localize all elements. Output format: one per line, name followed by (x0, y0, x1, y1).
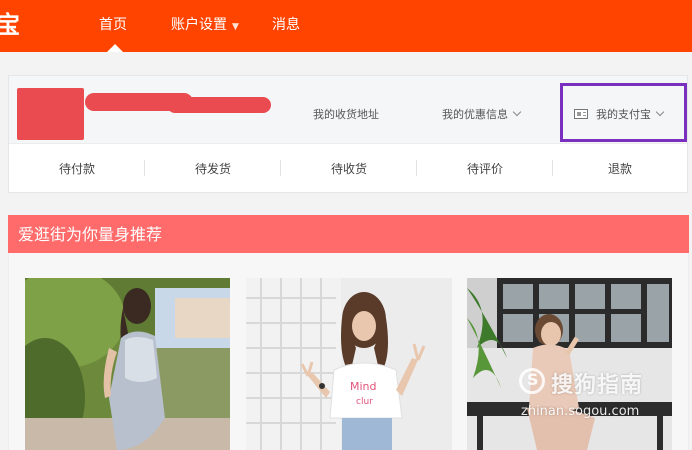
divider (552, 160, 553, 176)
my-coupons-link[interactable]: 我的优惠信息 (442, 107, 522, 122)
alipay-highlight-box (560, 83, 687, 142)
top-nav: 宝 首页 账户设置 ▼ 消息 (0, 0, 692, 52)
sogou-logo-icon (519, 368, 545, 394)
order-pending-receipt[interactable]: 待收货 (309, 162, 389, 176)
svg-text:clur: clur (356, 397, 373, 407)
chevron-down-icon (512, 107, 522, 117)
nav-messages-label: 消息 (272, 17, 300, 33)
order-pending-shipment[interactable]: 待发货 (173, 162, 253, 176)
product-image-1[interactable] (25, 278, 230, 450)
order-status-row: 待付款 待发货 待收货 待评价 退款 (9, 144, 687, 192)
page: 宝 首页 账户设置 ▼ 消息 我的收货地址 我的优惠信息 我的支付宝 待付款 待发… (0, 0, 692, 450)
order-pending-payment[interactable]: 待付款 (37, 162, 117, 176)
divider (144, 160, 145, 176)
svg-text:Mind: Mind (350, 380, 377, 393)
my-address-label: 我的收货地址 (313, 108, 379, 121)
recommend-header: 爱逛街为你量身推荐 (8, 215, 689, 253)
nav-account-label: 账户设置 (171, 17, 227, 33)
divider (416, 160, 417, 176)
product-photo-white-tee: Mind clur (246, 278, 452, 450)
order-pending-review[interactable]: 待评价 (445, 162, 525, 176)
username-redacted-2 (167, 97, 271, 113)
nav-messages[interactable]: 消息 (272, 16, 300, 34)
sogou-watermark: 搜狗指南 zhinan.sogou.com (515, 365, 690, 425)
my-address-link[interactable]: 我的收货地址 (313, 108, 379, 122)
avatar-redacted (17, 88, 84, 140)
recommend-title: 爱逛街为你量身推荐 (18, 225, 163, 244)
caret-down-icon: ▼ (232, 22, 239, 32)
nav-account-settings[interactable]: 账户设置 ▼ (171, 16, 239, 36)
divider (280, 160, 281, 176)
product-photo-satin-dress (25, 278, 230, 450)
taobao-logo[interactable]: 宝 (0, 10, 20, 40)
nav-home[interactable]: 首页 (99, 16, 127, 34)
profile-card: 我的收货地址 我的优惠信息 我的支付宝 待付款 待发货 待收货 待评价 退款 (8, 75, 688, 193)
watermark-text: 搜狗指南 (551, 373, 644, 398)
watermark-url: zhinan.sogou.com (521, 404, 640, 419)
profile-header: 我的收货地址 我的优惠信息 我的支付宝 (9, 76, 687, 144)
active-tab-pointer (107, 44, 123, 52)
product-image-2[interactable]: Mind clur (246, 278, 452, 450)
my-coupons-label: 我的优惠信息 (442, 108, 508, 121)
order-refund[interactable]: 退款 (580, 162, 660, 176)
nav-home-label: 首页 (99, 17, 127, 33)
